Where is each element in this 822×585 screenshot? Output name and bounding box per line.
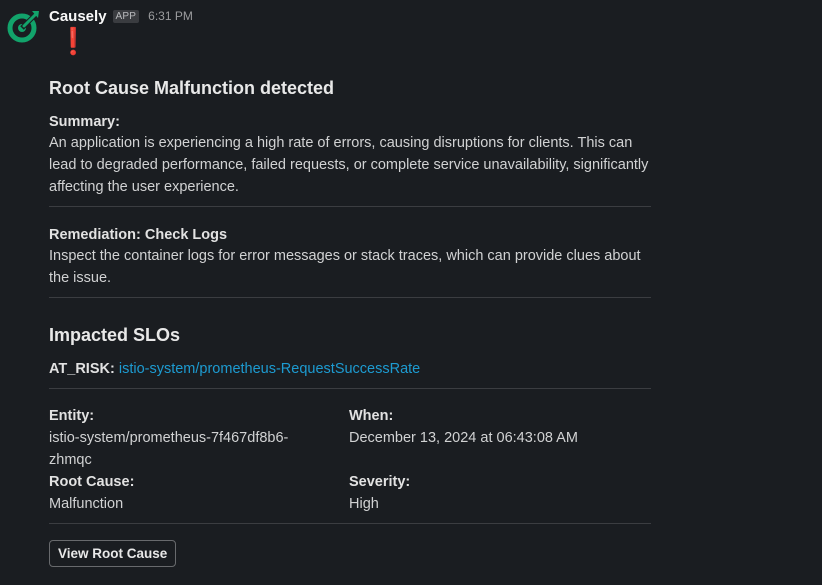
root-cause-field: Root Cause: Malfunction: [49, 471, 349, 515]
timestamp[interactable]: 6:31 PM: [148, 9, 193, 23]
when-label: When:: [349, 408, 394, 424]
slo-row: AT_RISK: istio-system/prometheus-Request…: [49, 358, 651, 380]
slo-colon: :: [109, 361, 115, 377]
when-field: When: December 13, 2024 at 06:43:08 AM: [349, 405, 649, 471]
exclamation-icon: ❗: [57, 26, 90, 56]
summary-text: An application is experiencing a high ra…: [49, 135, 649, 195]
severity-field: Severity: High: [349, 471, 649, 515]
entity-value: istio-system/prometheus-7f467df8b6-zhmqc: [49, 430, 289, 468]
root-cause-label: Root Cause:: [49, 474, 135, 490]
alert-card: Root Cause Malfunction detected Summary:…: [49, 74, 651, 567]
slo-status: AT_RISK: [49, 361, 110, 377]
remediation-label: Remediation: Check Logs: [49, 227, 228, 243]
severity-value: High: [349, 496, 379, 512]
card-title: Root Cause Malfunction detected: [49, 78, 335, 98]
slack-message: Causely APP 6:31 PM ❗ Root Cause Malfunc…: [0, 0, 822, 585]
entity-field: Entity: istio-system/prometheus-7f467df8…: [49, 405, 349, 471]
root-cause-value: Malfunction: [49, 496, 124, 512]
impacted-slos-title: Impacted SLOs: [49, 325, 181, 345]
severity-label: Severity:: [349, 474, 411, 490]
causely-logo-icon[interactable]: [5, 8, 41, 44]
slo-link[interactable]: istio-system/prometheus-RequestSuccessRa…: [119, 361, 420, 377]
view-root-cause-button[interactable]: View Root Cause: [49, 540, 177, 567]
summary-label: Summary:: [49, 114, 120, 130]
entity-label: Entity:: [49, 408, 95, 424]
details-grid: Entity: istio-system/prometheus-7f467df8…: [49, 405, 651, 515]
sender-name[interactable]: Causely: [49, 8, 107, 25]
when-value: December 13, 2024 at 06:43:08 AM: [349, 430, 578, 446]
remediation-text: Inspect the container logs for error mes…: [49, 248, 641, 286]
message-header: Causely APP 6:31 PM: [49, 6, 193, 26]
app-badge: APP: [112, 9, 140, 23]
